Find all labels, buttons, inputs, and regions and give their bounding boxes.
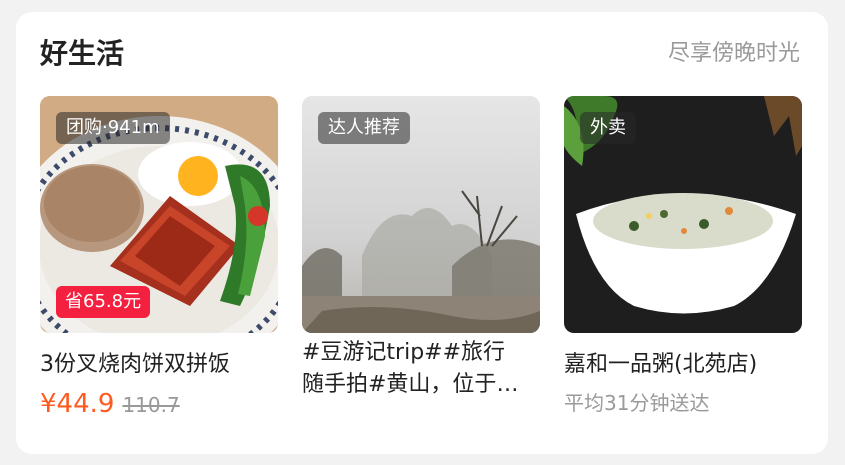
delivery-time: 平均31分钟送达 xyxy=(564,391,710,415)
item-list: 团购·941m 省65.8元 3份叉烧肉饼双拼饭 ¥44.9 110.7 达人推… xyxy=(40,96,803,436)
item-tag: 达人推荐 xyxy=(318,112,410,144)
post-description[interactable]: #豆游记trip##旅行 随手拍#黄山，位于安徽 xyxy=(302,337,540,401)
price-row: ¥44.9 110.7 xyxy=(40,387,278,421)
original-price: 110.7 xyxy=(122,393,180,417)
item-tag: 外卖 xyxy=(580,112,636,144)
good-life-card: 好生活 尽享傍晚时光 团购·941m 省65.8元 3份叉烧肉饼双拼饭 ¥44.… xyxy=(16,12,828,454)
congee-image[interactable]: 外卖 xyxy=(564,96,802,333)
section-header: 好生活 尽享傍晚时光 xyxy=(40,34,800,74)
list-item-travel-post[interactable]: 达人推荐 #豆游记trip##旅行 随手拍#黄山，位于安徽 xyxy=(302,96,540,436)
post-description-line: 随手拍#黄山，位于安徽 xyxy=(302,372,540,397)
post-description-line: #豆游记trip##旅行 xyxy=(302,340,506,365)
list-item-food-deal[interactable]: 团购·941m 省65.8元 3份叉烧肉饼双拼饭 ¥44.9 110.7 xyxy=(40,96,278,436)
mountain-photo[interactable]: 达人推荐 xyxy=(302,96,540,333)
item-name[interactable]: 3份叉烧肉饼双拼饭 xyxy=(40,349,278,381)
food-image[interactable]: 团购·941m 省65.8元 xyxy=(40,96,278,333)
list-item-takeout[interactable]: 外卖 嘉和一品粥(北苑店) 平均31分钟送达 xyxy=(564,96,802,436)
section-title: 好生活 xyxy=(40,37,125,70)
save-badge: 省65.8元 xyxy=(56,286,151,318)
section-more-link[interactable]: 尽享傍晚时光 xyxy=(668,34,800,74)
deal-price: ¥44.9 xyxy=(40,389,115,419)
item-tag: 团购·941m xyxy=(56,112,170,144)
shop-name[interactable]: 嘉和一品粥(北苑店) xyxy=(564,349,802,381)
